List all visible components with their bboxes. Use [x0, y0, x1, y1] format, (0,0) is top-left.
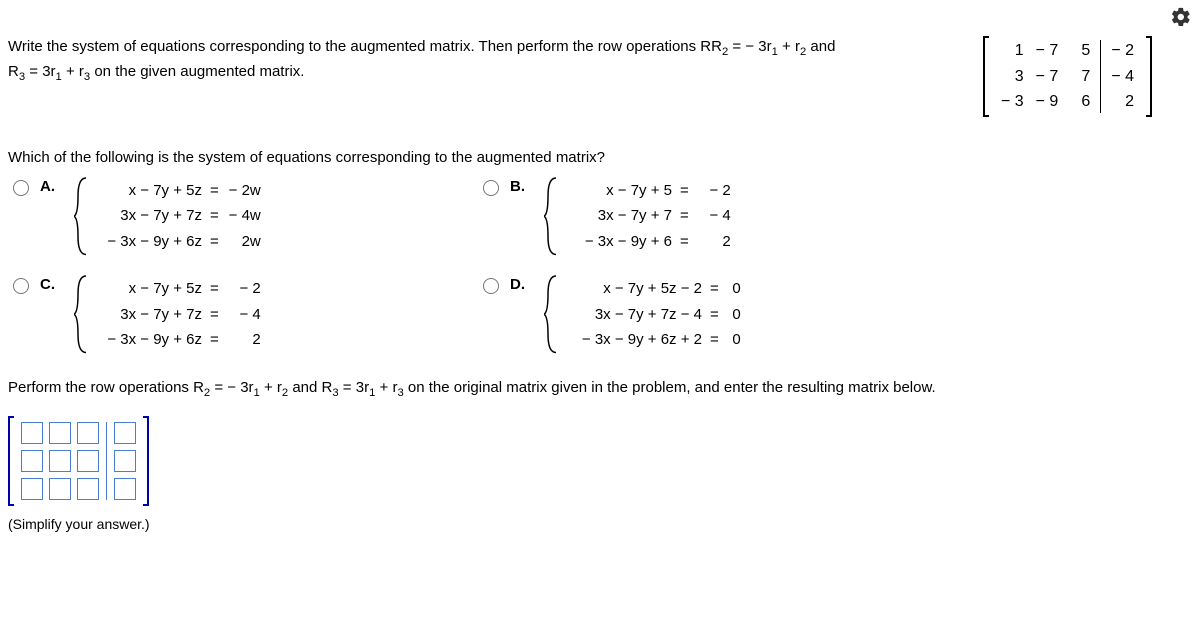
brace-icon: [74, 274, 88, 355]
radio-a[interactable]: [13, 180, 29, 196]
choice-c[interactable]: C. x − 7y + 5z=− 2 3x − 7y + 7z=− 4 − 3x…: [8, 274, 438, 355]
choice-a[interactable]: A. x − 7y + 5z=− 2w 3x − 7y + 7z=− 4w − …: [8, 176, 438, 257]
problem-statement: Write the system of equations correspond…: [8, 36, 963, 86]
brace-icon: [544, 274, 558, 355]
choice-a-label: A.: [40, 178, 60, 195]
matrix-input-r2c3[interactable]: [77, 450, 99, 472]
matrix-input-r3c3[interactable]: [77, 478, 99, 500]
settings-gear-icon[interactable]: [1170, 6, 1192, 32]
part2-instruction: Perform the row operations R2 = − 3r1 + …: [8, 377, 1192, 402]
matrix-input-r3c2[interactable]: [49, 478, 71, 500]
matrix-input-r1c2[interactable]: [49, 422, 71, 444]
choice-d-label: D.: [510, 276, 530, 293]
matrix-input-r1c4[interactable]: [114, 422, 136, 444]
choice-b[interactable]: B. x − 7y + 5=− 2 3x − 7y + 7=− 4 − 3x −…: [478, 176, 908, 257]
answer-matrix: [8, 416, 149, 506]
matrix-input-r3c1[interactable]: [21, 478, 43, 500]
radio-d[interactable]: [483, 278, 499, 294]
brace-icon: [74, 176, 88, 257]
choice-d[interactable]: D. x − 7y + 5z − 2=0 3x − 7y + 7z − 4=0 …: [478, 274, 908, 355]
matrix-input-r3c4[interactable]: [114, 478, 136, 500]
simplify-note: (Simplify your answer.): [8, 516, 1192, 532]
mc-question-text: Which of the following is the system of …: [8, 149, 1192, 166]
radio-c[interactable]: [13, 278, 29, 294]
brace-icon: [544, 176, 558, 257]
matrix-input-r2c1[interactable]: [21, 450, 43, 472]
matrix-input-r1c3[interactable]: [77, 422, 99, 444]
choice-c-label: C.: [40, 276, 60, 293]
radio-b[interactable]: [483, 180, 499, 196]
choice-b-label: B.: [510, 178, 530, 195]
matrix-input-r2c2[interactable]: [49, 450, 71, 472]
matrix-input-r1c1[interactable]: [21, 422, 43, 444]
matrix-input-r2c4[interactable]: [114, 450, 136, 472]
augmented-matrix: 13− 3 − 7− 7− 9 576 − 2− 42: [983, 36, 1152, 121]
